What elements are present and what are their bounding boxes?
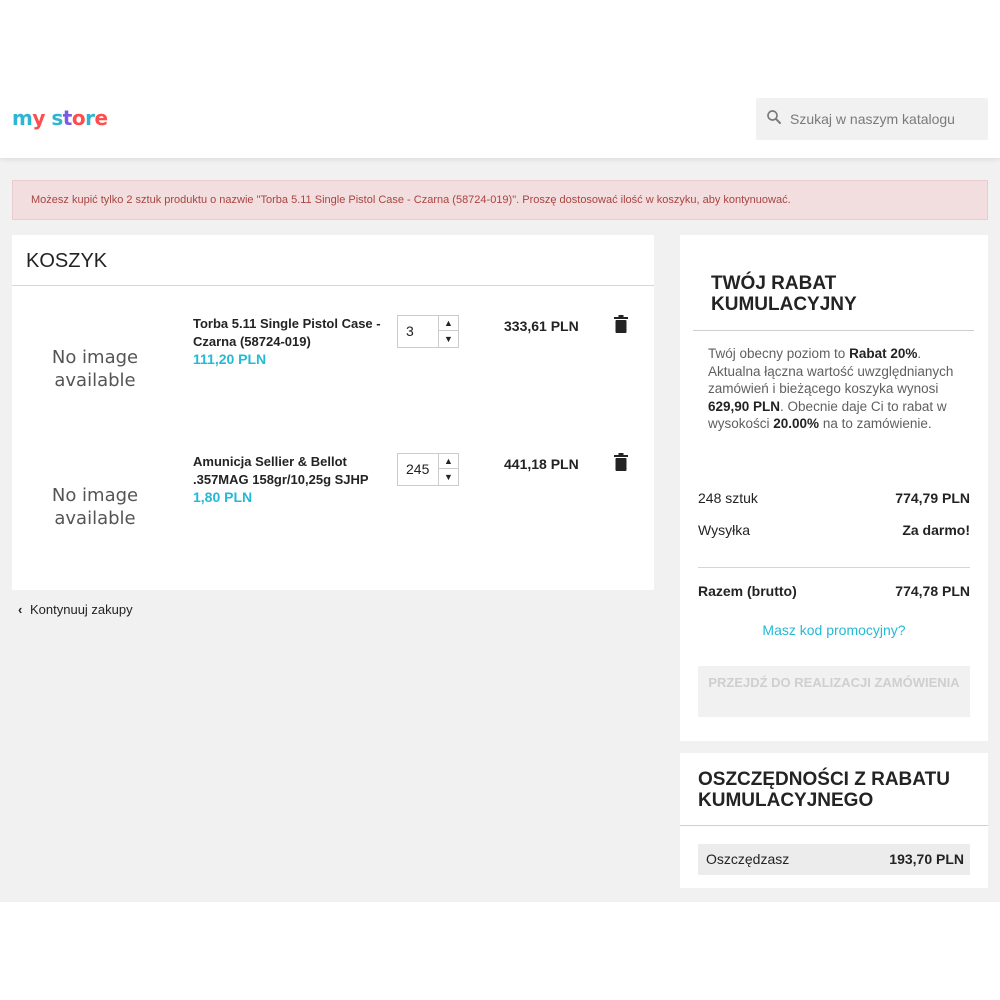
chevron-up-icon: ▲ <box>444 318 453 328</box>
chevron-down-icon: ▼ <box>444 472 453 482</box>
promo-code-link[interactable]: Masz kod promocyjny? <box>680 621 988 639</box>
rabat-divider <box>693 330 974 331</box>
continue-shopping-link[interactable]: ‹ Kontynuuj zakupy <box>18 601 133 619</box>
savings-label: Oszczędzasz <box>706 851 790 867</box>
total-row: Razem (brutto) 774,78 PLN <box>698 582 970 600</box>
logo-letter: m <box>12 106 33 130</box>
product-name-link[interactable]: Torba 5.11 Single Pistol Case - Czarna (… <box>193 315 383 351</box>
trash-icon[interactable] <box>613 315 629 333</box>
savings-card: OSZCZĘDNOŚCI Z RABATU KUMULACYJNEGO Oszc… <box>680 753 988 888</box>
unit-price: 111,20 PLN <box>193 351 267 367</box>
checkout-button[interactable]: PRZEJDŹ DO REALIZACJI ZAMÓWIENIA <box>698 666 970 717</box>
product-image-placeholder[interactable]: No image available <box>30 484 160 530</box>
search-input[interactable] <box>790 98 982 140</box>
total-label: Razem (brutto) <box>698 583 797 599</box>
quantity-increase-button[interactable]: ▲ <box>439 454 458 469</box>
logo-letter: r <box>85 106 95 130</box>
savings-row: Oszczędzasz 193,70 PLN <box>698 844 970 875</box>
cart-card: KOSZYK No image available Torba 5.11 Sin… <box>12 235 654 590</box>
shipping-label: Wysyłka <box>698 522 750 538</box>
cart-divider <box>12 285 654 286</box>
summary-divider <box>698 567 970 568</box>
quantity-input[interactable]: 3 <box>398 316 439 347</box>
quantity-decrease-button[interactable]: ▼ <box>439 332 458 347</box>
savings-divider <box>680 825 988 826</box>
line-total: 441,18 PLN <box>504 456 579 472</box>
quantity-stepper[interactable]: 245 ▲ ▼ <box>397 453 459 486</box>
savings-value: 193,70 PLN <box>889 851 964 867</box>
continue-shopping-label: Kontynuuj zakupy <box>30 602 133 617</box>
quantity-increase-button[interactable]: ▲ <box>439 316 458 331</box>
header: my store <box>0 0 1000 158</box>
quantity-decrease-button[interactable]: ▼ <box>439 470 458 485</box>
cumulative-discount-description: Twój obecny poziom to Rabat 20%. Aktualn… <box>708 346 954 432</box>
shipping-value: Za darmo! <box>902 522 970 538</box>
logo-letter: y <box>32 106 45 130</box>
chevron-up-icon: ▲ <box>444 456 453 466</box>
cart-item: No image available Torba 5.11 Single Pis… <box>12 315 654 445</box>
search-box[interactable] <box>756 98 988 140</box>
cumulative-discount-title: TWÓJ RABAT KUMULACYJNY <box>711 273 857 315</box>
trash-icon[interactable] <box>613 453 629 471</box>
cart-title: KOSZYK <box>26 250 108 272</box>
items-subtotal-row: 248 sztuk 774,79 PLN <box>698 489 970 507</box>
store-logo[interactable]: my store <box>12 104 108 132</box>
quantity-input[interactable]: 245 <box>398 454 439 485</box>
logo-letter: e <box>94 106 108 130</box>
cart-item: No image available Amunicja Sellier & Be… <box>12 453 654 583</box>
product-name-link[interactable]: Amunicja Sellier & Bellot .357MAG 158gr/… <box>193 453 383 489</box>
unit-price: 1,80 PLN <box>193 489 253 505</box>
quantity-stepper[interactable]: 3 ▲ ▼ <box>397 315 459 348</box>
product-image-placeholder[interactable]: No image available <box>30 346 160 392</box>
shipping-row: Wysyłka Za darmo! <box>698 521 970 539</box>
search-icon[interactable] <box>765 108 783 126</box>
quantity-error-alert: Możesz kupić tylko 2 sztuk produktu o na… <box>12 180 988 220</box>
savings-title: OSZCZĘDNOŚCI Z RABATU KUMULACYJNEGO <box>698 769 950 811</box>
logo-letter: s <box>51 106 63 130</box>
logo-letter: t <box>62 106 73 130</box>
items-count-label: 248 sztuk <box>698 490 758 506</box>
items-subtotal-value: 774,79 PLN <box>895 490 970 506</box>
logo-letter: o <box>71 106 86 130</box>
cart-summary-card: TWÓJ RABAT KUMULACYJNY Twój obecny pozio… <box>680 235 988 741</box>
line-total: 333,61 PLN <box>504 318 579 334</box>
total-value: 774,78 PLN <box>895 583 970 599</box>
chevron-left-icon: ‹ <box>18 602 23 617</box>
chevron-down-icon: ▼ <box>444 334 453 344</box>
